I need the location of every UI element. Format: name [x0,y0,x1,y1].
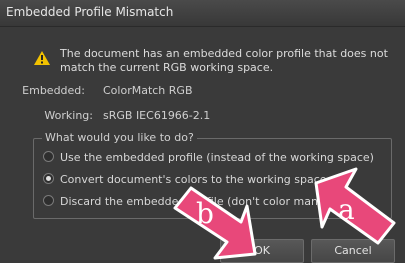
radio-button-selected[interactable] [43,173,54,184]
working-label: Working: [44,109,93,122]
option-use-embedded[interactable]: Use the embedded profile (instead of the… [43,151,374,165]
annotation-label-b: b [196,197,214,230]
title-bar: Embedded Profile Mismatch [0,0,405,27]
dialog-message: The document has an embedded color profi… [60,47,388,74]
option-label: Use the embedded profile (instead of the… [60,151,374,164]
radio-button[interactable] [43,195,54,206]
annotation-arrow-b [173,186,257,260]
options-group-title: What would you like to do? [42,131,197,144]
radio-button[interactable] [43,151,54,162]
warning-icon [34,51,50,65]
embedded-value: ColorMatch RGB [103,84,193,97]
embedded-label: Embedded: [22,84,85,97]
annotation-label-a: a [338,193,355,226]
working-value: sRGB IEC61966-2.1 [103,109,211,122]
dialog-title: Embedded Profile Mismatch [6,5,174,19]
